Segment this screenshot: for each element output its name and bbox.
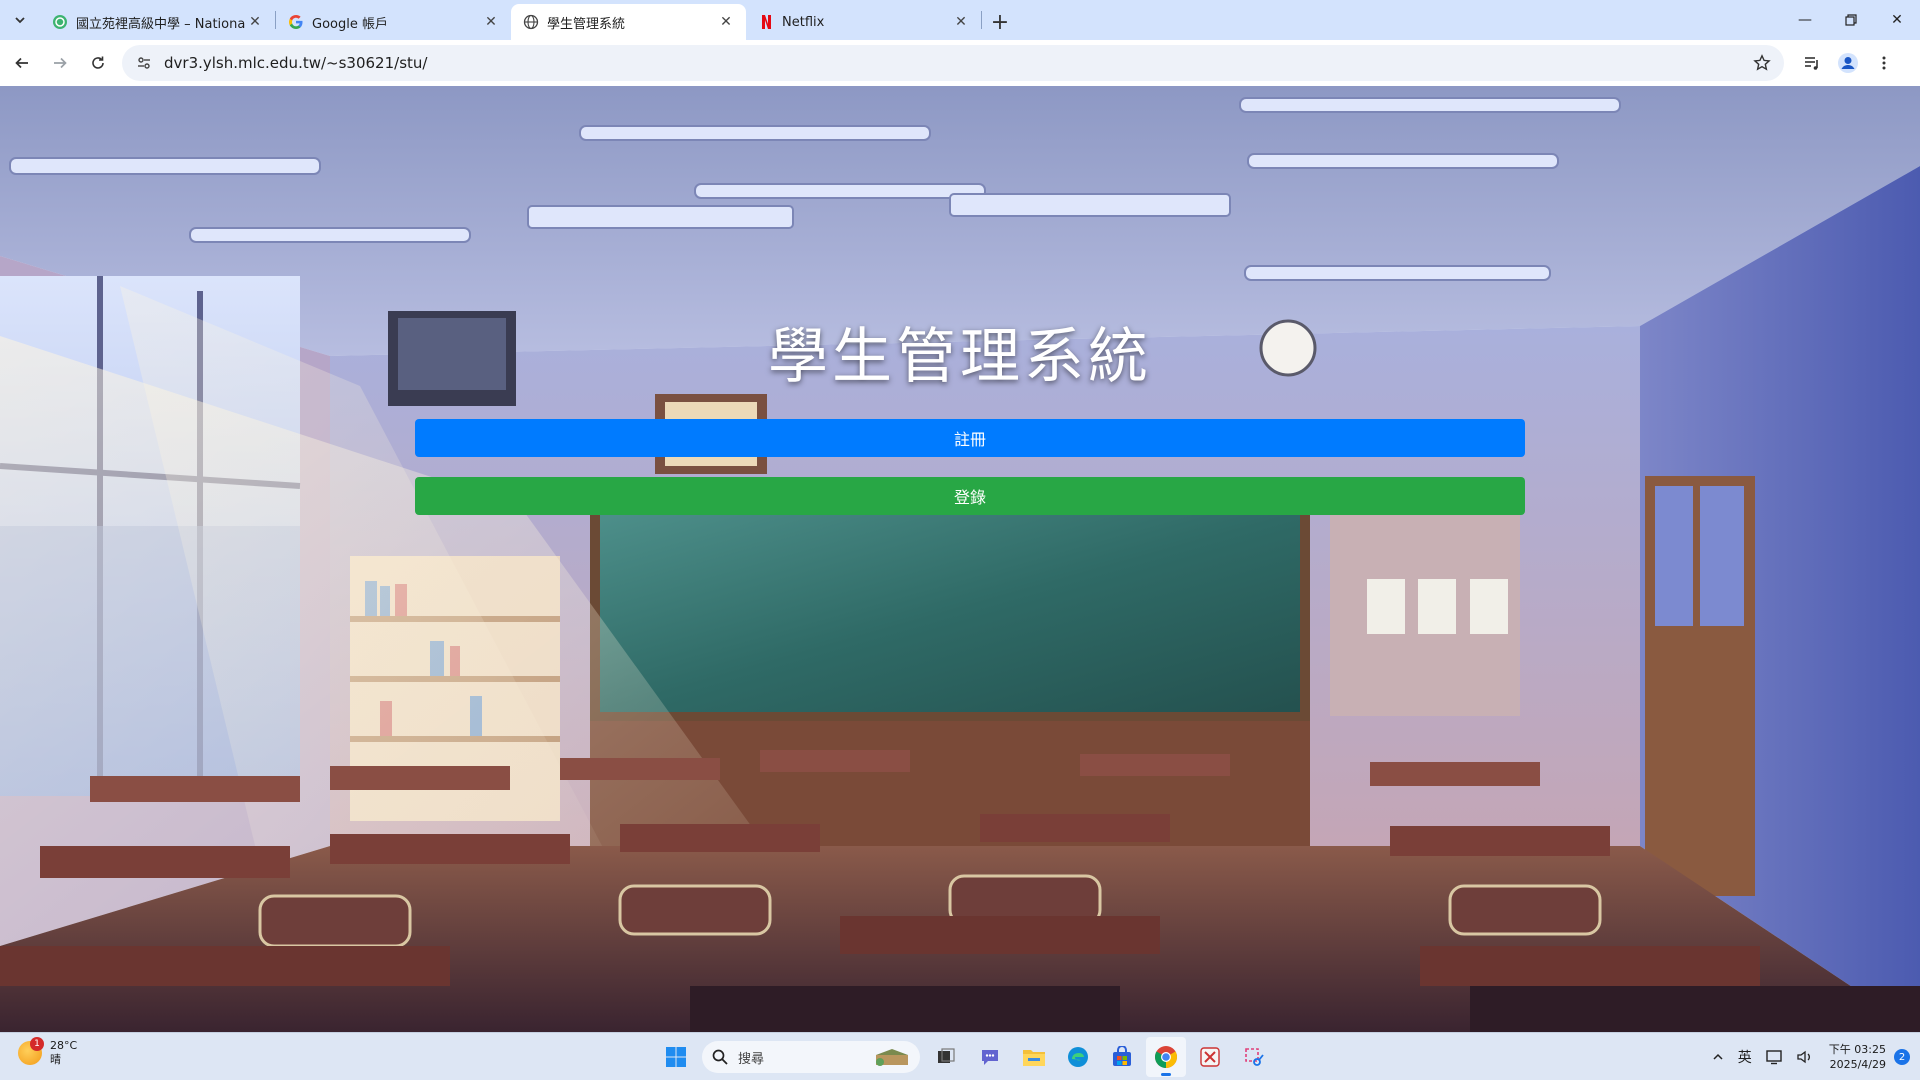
profile-avatar-icon[interactable] — [1830, 45, 1866, 81]
network-speaker-icon[interactable] — [1789, 1049, 1821, 1065]
tab-title: 學生管理系統 — [547, 16, 626, 32]
window-controls: — ✕ — [1782, 0, 1920, 40]
clock-date: 2025/4/29 — [1829, 1058, 1886, 1071]
close-icon[interactable]: ✕ — [481, 12, 501, 32]
back-icon[interactable] — [6, 47, 38, 79]
login-button[interactable]: 登錄 — [415, 477, 1525, 515]
windows-taskbar: 1 28°C 晴 搜尋 英 下午 03:25 2025/4/29 2 — [0, 1032, 1920, 1080]
netflix-icon — [758, 14, 774, 30]
classroom-background-illustration — [0, 86, 1920, 1032]
restore-icon[interactable] — [1828, 0, 1874, 40]
page-viewport: 學生管理系統 註冊 登錄 — [0, 86, 1920, 1032]
school-globe-icon — [52, 14, 68, 30]
tab-title: 國立苑裡高級中學 – National Y — [76, 16, 245, 32]
close-icon[interactable]: ✕ — [716, 12, 736, 32]
register-button[interactable]: 註冊 — [415, 419, 1525, 457]
media-controls-icon[interactable] — [1794, 45, 1830, 81]
file-explorer-icon[interactable] — [1014, 1037, 1054, 1077]
tab-google-account[interactable]: Google 帳戶 ✕ — [276, 4, 511, 40]
snipping-tool-icon[interactable] — [1234, 1037, 1274, 1077]
reload-icon[interactable] — [82, 47, 114, 79]
search-placeholder: 搜尋 — [738, 1051, 765, 1067]
search-highlight-icon — [876, 1049, 908, 1066]
address-bar[interactable]: dvr3.ylsh.mlc.edu.tw/~s30621/stu/ — [122, 45, 1784, 81]
ime-indicator[interactable]: 英 — [1731, 1047, 1759, 1067]
tab-title: Netflix — [782, 14, 825, 30]
close-window-icon[interactable]: ✕ — [1874, 0, 1920, 40]
new-tab-button[interactable]: + — [982, 4, 1018, 40]
taskbar-clock[interactable]: 下午 03:25 2025/4/29 — [1821, 1042, 1894, 1072]
more-menu-icon[interactable] — [1866, 45, 1902, 81]
tab-search-button[interactable] — [0, 0, 40, 40]
clock-time: 下午 03:25 — [1828, 1043, 1886, 1056]
notification-badge[interactable]: 2 — [1894, 1049, 1910, 1065]
xmind-app-icon[interactable] — [1190, 1037, 1230, 1077]
tab-strip: 國立苑裡高級中學 – National Y ✕ Google 帳戶 ✕ 學生管理… — [0, 0, 1920, 40]
tab-netflix[interactable]: Netflix ✕ — [746, 4, 981, 40]
system-tray: 英 下午 03:25 2025/4/29 2 — [1705, 1033, 1910, 1080]
chevron-up-icon[interactable] — [1705, 1051, 1731, 1063]
forward-icon[interactable] — [44, 47, 76, 79]
globe-icon — [523, 14, 539, 30]
site-settings-icon[interactable] — [132, 51, 156, 75]
edge-browser-icon[interactable] — [1058, 1037, 1098, 1077]
start-windows-icon[interactable] — [656, 1037, 696, 1077]
search-icon — [712, 1049, 728, 1065]
taskbar-apps: 搜尋 — [654, 1037, 1276, 1077]
close-icon[interactable]: ✕ — [245, 12, 265, 32]
temperature: 28°C — [50, 1039, 78, 1052]
close-icon[interactable]: ✕ — [951, 12, 971, 32]
chevron-down-icon — [15, 17, 25, 24]
teams-chat-icon[interactable] — [970, 1037, 1010, 1077]
page-title: 學生管理系統 — [768, 322, 1152, 392]
tab-title: Google 帳戶 — [312, 16, 388, 32]
tab-school[interactable]: 國立苑裡高級中學 – National Y ✕ — [40, 4, 275, 40]
weather-condition: 晴 — [50, 1053, 61, 1066]
sun-icon: 1 — [18, 1037, 44, 1065]
weather-text: 28°C 晴 — [50, 1039, 77, 1067]
bookmark-star-icon[interactable] — [1750, 51, 1774, 75]
weather-widget[interactable]: 1 28°C 晴 — [18, 1037, 77, 1067]
tab-student-system[interactable]: 學生管理系統 ✕ — [511, 4, 746, 40]
weather-badge: 1 — [30, 1037, 44, 1051]
chrome-icon[interactable] — [1146, 1037, 1186, 1077]
task-view-icon[interactable] — [926, 1037, 966, 1077]
display-icon[interactable] — [1759, 1049, 1789, 1065]
microsoft-store-icon[interactable] — [1102, 1037, 1142, 1077]
taskbar-search-box[interactable]: 搜尋 — [702, 1041, 920, 1073]
minimize-icon[interactable]: — — [1782, 0, 1828, 40]
browser-toolbar: dvr3.ylsh.mlc.edu.tw/~s30621/stu/ — [0, 40, 1920, 86]
google-icon — [288, 14, 304, 30]
url-text[interactable]: dvr3.ylsh.mlc.edu.tw/~s30621/stu/ — [164, 54, 1750, 72]
toolbar-right — [1794, 45, 1902, 81]
